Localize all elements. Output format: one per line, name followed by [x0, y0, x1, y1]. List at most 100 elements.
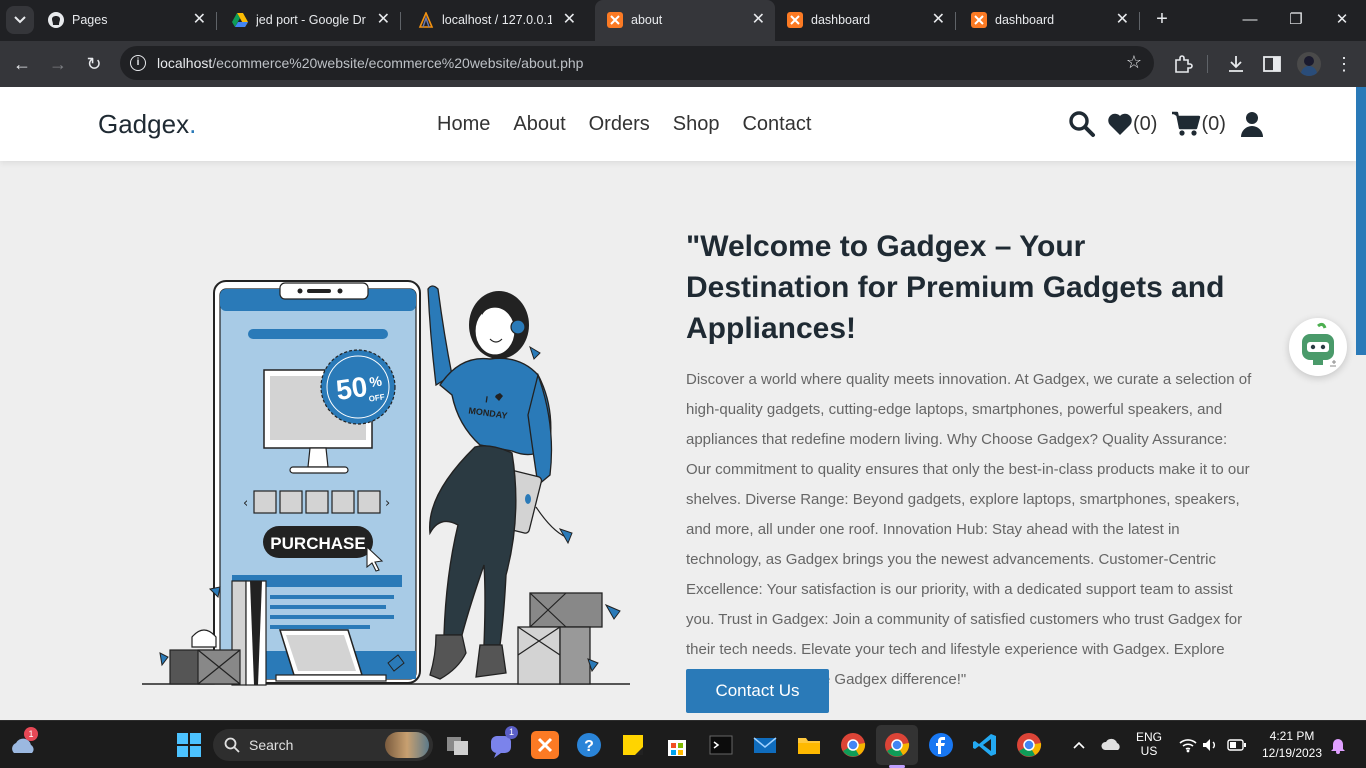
- profile-avatar[interactable]: [1297, 52, 1321, 76]
- battery-icon[interactable]: [1227, 738, 1247, 752]
- chrome-icon[interactable]: [839, 731, 867, 759]
- nav-about[interactable]: About: [513, 113, 565, 136]
- teams-chat-icon[interactable]: 1: [488, 726, 518, 759]
- tab-separator: [400, 12, 401, 30]
- file-explorer-icon[interactable]: [795, 731, 823, 759]
- mail-icon[interactable]: [751, 731, 779, 759]
- logo-dot: .: [189, 109, 197, 139]
- tab-search-button[interactable]: [6, 6, 34, 34]
- chevron-down-icon: [14, 16, 26, 24]
- tab-google-drive[interactable]: jed port - Google Dri ✕: [220, 0, 401, 41]
- nav-contact[interactable]: Contact: [742, 113, 811, 136]
- tab-title: localhost / 127.0.0.1 /: [442, 13, 552, 27]
- chevron-up-icon[interactable]: [1072, 739, 1086, 751]
- url-text[interactable]: localhost/ecommerce%20website/ecommerce%…: [157, 55, 583, 71]
- terminal-icon[interactable]: [707, 731, 735, 759]
- chrome-profile-icon[interactable]: [883, 731, 911, 759]
- search-highlight-image: [385, 732, 429, 758]
- contact-us-button[interactable]: Contact Us: [686, 669, 829, 713]
- about-heading: "Welcome to Gadgex – Your Destination fo…: [686, 230, 1225, 345]
- weather-widget[interactable]: 1: [8, 727, 38, 759]
- address-bar[interactable]: i localhost/ecommerce%20website/ecommerc…: [120, 46, 1154, 80]
- new-tab-button[interactable]: +: [1150, 8, 1174, 32]
- download-icon[interactable]: [1225, 53, 1247, 75]
- tab-separator: [216, 12, 217, 30]
- discount-badge: 50 % OFF: [320, 349, 396, 425]
- bookmark-star-icon[interactable]: ☆: [1126, 52, 1142, 73]
- tab-separator: [955, 12, 956, 30]
- browser-toolbar: ← → ↻ i localhost/ecommerce%20website/ec…: [0, 41, 1366, 87]
- tab-dashboard-1[interactable]: dashboard ✕: [775, 0, 956, 41]
- restore-icon[interactable]: ❐: [1284, 8, 1308, 32]
- tab-dashboard-2[interactable]: dashboard ✕: [959, 0, 1140, 41]
- sticky-notes-icon[interactable]: [619, 731, 647, 759]
- shopping-illustration: 50 % OFF ‹ › PURCHASE I MONDAY: [142, 280, 630, 686]
- scrollbar-thumb[interactable]: [1356, 87, 1366, 355]
- nav-orders[interactable]: Orders: [589, 113, 650, 136]
- svg-text:?: ?: [584, 738, 594, 755]
- volume-icon[interactable]: [1201, 737, 1219, 753]
- windows-taskbar: 1 Search 1 ? ENG US 4:21 PM 12/19/2023: [0, 720, 1366, 768]
- notification-bell-icon[interactable]: [1330, 736, 1346, 754]
- cart-count[interactable]: (0): [1201, 113, 1225, 136]
- svg-text:›: ›: [385, 496, 390, 511]
- extensions-icon[interactable]: [1172, 53, 1194, 75]
- nav-home[interactable]: Home: [437, 113, 490, 136]
- search-icon[interactable]: [1068, 110, 1096, 138]
- wifi-icon[interactable]: [1179, 737, 1197, 753]
- taskbar-search-label: Search: [249, 737, 294, 753]
- phpmyadmin-icon: [418, 12, 434, 28]
- microsoft-store-icon[interactable]: [663, 731, 691, 759]
- taskbar-search[interactable]: Search: [213, 729, 433, 761]
- tab-pages[interactable]: Pages ✕: [36, 0, 217, 41]
- close-icon[interactable]: ✕: [193, 9, 206, 29]
- site-logo[interactable]: Gadgex.: [98, 109, 196, 140]
- xampp-icon: [787, 12, 803, 28]
- onedrive-icon[interactable]: [1100, 735, 1124, 753]
- close-icon[interactable]: ✕: [752, 9, 765, 29]
- back-button[interactable]: ←: [10, 52, 34, 76]
- url-path: /ecommerce%20website/ecommerce%20website…: [212, 55, 584, 71]
- xampp-taskbar-icon[interactable]: [531, 731, 559, 759]
- task-view-icon[interactable]: [444, 731, 472, 759]
- minimize-icon[interactable]: —: [1238, 8, 1262, 32]
- chatbot-widget[interactable]: [1289, 318, 1347, 376]
- about-body: Discover a world where quality meets inn…: [686, 371, 1252, 688]
- page-viewport: Gadgex. Home About Orders Shop Contact (…: [0, 87, 1366, 720]
- side-panel-icon[interactable]: [1261, 53, 1283, 75]
- facebook-icon[interactable]: [927, 731, 955, 759]
- heart-icon[interactable]: [1107, 112, 1133, 136]
- language-indicator[interactable]: ENG US: [1134, 730, 1164, 758]
- window-close-icon[interactable]: ✕: [1330, 8, 1354, 32]
- forward-button[interactable]: →: [46, 52, 70, 76]
- tab-phpmyadmin[interactable]: localhost / 127.0.0.1 / ✕: [406, 0, 586, 41]
- close-icon[interactable]: ✕: [932, 9, 945, 29]
- weather-badge: 1: [24, 727, 38, 741]
- logo-text: Gadgex: [98, 109, 190, 139]
- purchase-label: PURCHASE: [270, 534, 365, 553]
- close-icon[interactable]: ✕: [1116, 9, 1129, 29]
- site-info-icon[interactable]: i: [130, 55, 146, 71]
- cart-icon[interactable]: [1171, 111, 1201, 137]
- tab-about[interactable]: about ✕: [595, 0, 775, 41]
- browser-tab-strip: Pages ✕ jed port - Google Dri ✕ localhos…: [0, 0, 1366, 41]
- windows-start-icon[interactable]: [175, 731, 203, 759]
- user-icon[interactable]: [1240, 111, 1264, 137]
- clock-date: 12/19/2023: [1261, 746, 1323, 760]
- help-icon[interactable]: ?: [575, 731, 603, 759]
- close-icon[interactable]: ✕: [377, 9, 390, 29]
- site-header: Gadgex. Home About Orders Shop Contact (…: [0, 87, 1356, 161]
- main-nav: Home About Orders Shop Contact: [437, 113, 834, 136]
- search-icon: [224, 737, 240, 753]
- about-content: "Welcome to Gadgex – Your Destination fo…: [686, 226, 1256, 695]
- reload-button[interactable]: ↻: [82, 52, 106, 76]
- close-icon[interactable]: ✕: [563, 9, 576, 29]
- page-scrollbar[interactable]: [1356, 87, 1366, 720]
- nav-shop[interactable]: Shop: [673, 113, 720, 136]
- vscode-icon[interactable]: [971, 731, 999, 759]
- badge-value: 50: [334, 371, 369, 406]
- clock[interactable]: 4:21 PM 12/19/2023: [1254, 729, 1330, 760]
- kebab-menu-icon[interactable]: ⋮: [1332, 52, 1356, 76]
- chrome-alt-icon[interactable]: [1015, 731, 1043, 759]
- wishlist-count[interactable]: (0): [1133, 113, 1157, 136]
